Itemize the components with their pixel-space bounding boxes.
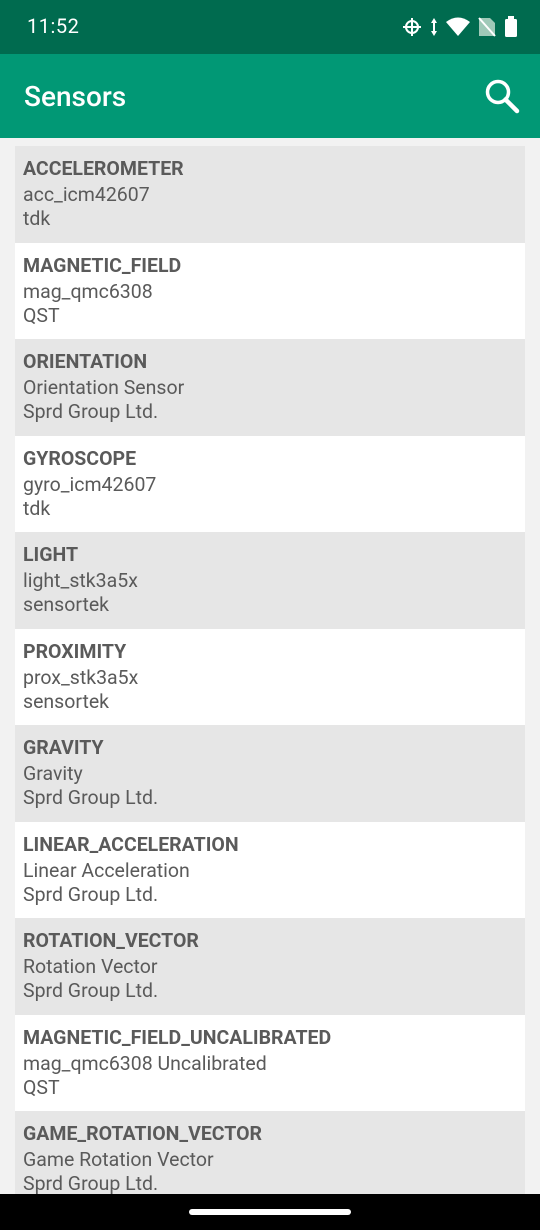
no-sim-icon: [478, 17, 496, 37]
sensor-name: gyro_icm42607: [23, 472, 157, 496]
sensor-type: GYROSCOPE: [23, 446, 137, 470]
battery-icon: [504, 16, 518, 38]
sensor-vendor: tdk: [23, 496, 51, 520]
sensor-type: LIGHT: [23, 543, 79, 566]
app-bar: Sensors: [0, 54, 540, 138]
sensor-vendor: Sprd Group Ltd.: [23, 400, 159, 423]
status-bar: 11:52: [0, 0, 540, 54]
sensor-type: GRAVITY: [23, 736, 104, 759]
sensor-name: Rotation Vector: [23, 955, 158, 978]
sensor-name: Orientation Sensor: [23, 376, 185, 399]
sensor-vendor: Sprd Group Ltd.: [23, 786, 159, 809]
cast-icon: [402, 17, 422, 37]
search-icon: [485, 79, 520, 114]
sensor-item[interactable]: MAGNETIC_FIELD_UNCALIBRATED mag_qmc6308 …: [15, 1014, 525, 1111]
wifi-icon: [446, 17, 470, 37]
sensor-type: ACCELEROMETER: [23, 157, 184, 180]
sensor-vendor: sensortek: [23, 593, 110, 616]
navigation-bar: [0, 1194, 540, 1230]
sensor-vendor: QST: [23, 303, 60, 327]
gesture-handle[interactable]: [189, 1209, 351, 1215]
sensor-name: mag_qmc6308: [23, 279, 153, 303]
sensor-item[interactable]: GAME_ROTATION_VECTOR Game Rotation Vecto…: [15, 1111, 525, 1194]
sensor-item[interactable]: LIGHT light_stk3a5x sensortek: [15, 532, 525, 629]
sensor-type: ORIENTATION: [23, 350, 148, 373]
sensor-item[interactable]: ACCELEROMETER acc_icm42607 tdk: [15, 146, 525, 243]
sensor-name: prox_stk3a5x: [23, 665, 139, 689]
sensor-item[interactable]: MAGNETIC_FIELD mag_qmc6308 QST: [15, 242, 525, 339]
sensor-type: ROTATION_VECTOR: [23, 929, 199, 952]
data-arrows-icon: [430, 17, 438, 37]
sensor-item[interactable]: PROXIMITY prox_stk3a5x sensortek: [15, 628, 525, 725]
sensor-name: Game Rotation Vector: [23, 1148, 214, 1171]
sensor-vendor: Sprd Group Ltd.: [23, 1172, 159, 1194]
sensor-item[interactable]: ORIENTATION Orientation Sensor Sprd Grou…: [15, 339, 525, 436]
sensor-vendor: Sprd Group Ltd.: [23, 882, 159, 906]
sensor-name: light_stk3a5x: [23, 569, 138, 592]
sensor-name: Gravity: [23, 762, 83, 785]
sensor-name: mag_qmc6308 Uncalibrated: [23, 1051, 267, 1075]
sensor-item[interactable]: GRAVITY Gravity Sprd Group Ltd.: [15, 725, 525, 822]
sensor-type: GAME_ROTATION_VECTOR: [23, 1122, 263, 1145]
sensor-item[interactable]: GYROSCOPE gyro_icm42607 tdk: [15, 435, 525, 532]
page-title: Sensors: [24, 80, 127, 113]
sensor-vendor: tdk: [23, 207, 51, 230]
sensor-type: LINEAR_ACCELERATION: [23, 832, 239, 856]
sensor-item[interactable]: LINEAR_ACCELERATION Linear Acceleration …: [15, 821, 525, 918]
status-time: 11:52: [27, 14, 80, 38]
sensor-name: Linear Acceleration: [23, 858, 190, 882]
sensor-vendor: Sprd Group Ltd.: [23, 979, 159, 1002]
sensor-list[interactable]: ACCELEROMETER acc_icm42607 tdk MAGNETIC_…: [15, 146, 525, 1194]
sensor-name: acc_icm42607: [23, 183, 150, 206]
sensor-type: PROXIMITY: [23, 639, 127, 663]
sensor-vendor: QST: [23, 1075, 60, 1099]
sensor-type: MAGNETIC_FIELD_UNCALIBRATED: [23, 1025, 332, 1049]
sensor-vendor: sensortek: [23, 689, 110, 713]
search-button[interactable]: [482, 76, 522, 116]
sensor-type: MAGNETIC_FIELD: [23, 253, 182, 277]
sensor-item[interactable]: ROTATION_VECTOR Rotation Vector Sprd Gro…: [15, 918, 525, 1015]
status-icons: [402, 14, 518, 40]
